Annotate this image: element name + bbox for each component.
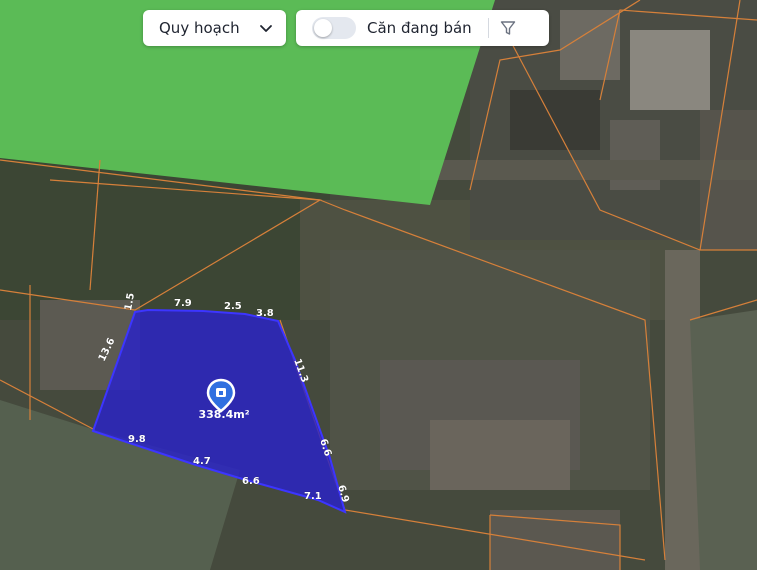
roof xyxy=(510,90,600,150)
satellite-map[interactable]: 1.5 7.9 2.5 3.8 11.3 6.6 6.9 7.1 6.6 4.7… xyxy=(0,0,757,570)
edge-length-label: 4.7 xyxy=(193,456,211,467)
edge-length-label: 7.9 xyxy=(174,298,192,309)
edge-length-label: 7.1 xyxy=(304,491,322,502)
roof xyxy=(490,510,620,570)
roof xyxy=(630,30,710,110)
filter-icon[interactable] xyxy=(499,19,517,37)
edge-length-label: 3.8 xyxy=(256,308,274,319)
for-sale-toolbar: Căn đang bán xyxy=(296,10,549,46)
edge-length-label: 6.6 xyxy=(242,476,260,487)
pond xyxy=(690,310,757,570)
roof xyxy=(430,420,570,490)
toggle-knob xyxy=(314,19,332,37)
chevron-down-icon xyxy=(258,20,274,36)
parcel-area-label: 338.4m² xyxy=(198,408,249,421)
for-sale-label: Căn đang bán xyxy=(367,19,472,37)
for-sale-toggle[interactable] xyxy=(312,17,356,39)
planning-dropdown-label: Quy hoạch xyxy=(159,19,240,37)
edge-length-label: 2.5 xyxy=(224,301,242,312)
toolbar-divider xyxy=(487,18,489,38)
road xyxy=(420,160,757,180)
planning-dropdown[interactable]: Quy hoạch xyxy=(143,10,286,46)
edge-length-label: 9.8 xyxy=(128,434,146,445)
